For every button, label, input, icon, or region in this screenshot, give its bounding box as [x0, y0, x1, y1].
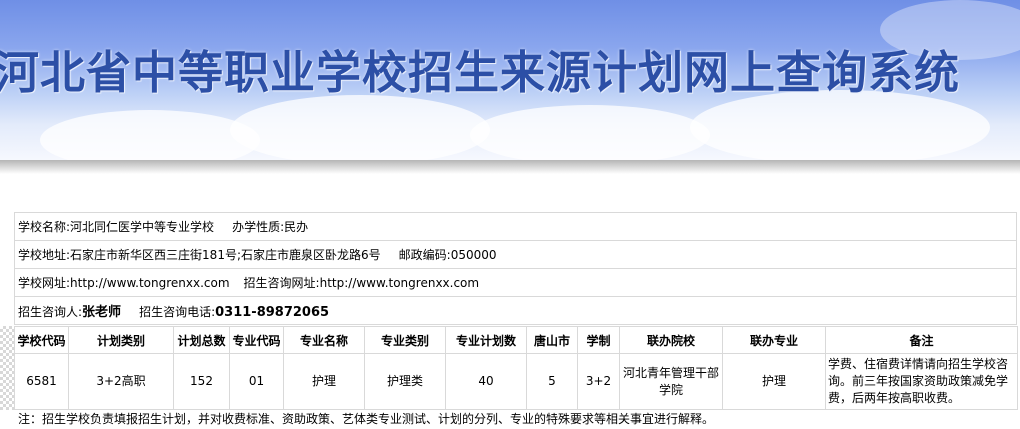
contact-row: 招生咨询人:张老师 招生咨询电话:0311-89872065: [14, 296, 1017, 325]
side-pattern: [0, 326, 14, 410]
phone-label: 招生咨询电话:: [139, 305, 216, 319]
header-major-plan-count: 专业计划数: [445, 326, 527, 354]
school-address: 石家庄市新华区西三庄街181号;石家庄市鹿泉区卧龙路6号: [70, 248, 381, 262]
header-major-name: 专业名称: [283, 326, 365, 354]
header-remarks: 备注: [825, 326, 1018, 354]
header-major-category: 专业类别: [364, 326, 446, 354]
banner-shadow: [0, 160, 1020, 174]
cloud-decoration: [230, 95, 490, 160]
enroll-site-label: 招生咨询网址:: [243, 276, 320, 290]
table-row: 6581 3+2高职 152 01 护理 护理类 40 5 3+2 河北青年管理…: [14, 353, 1018, 410]
cell-remarks: 学费、住宿费详情请向招生学校咨询。前三年按国家资助政策减免学费，后两年按高职收费…: [825, 353, 1018, 410]
postcode-label: 邮政编码:: [398, 248, 451, 262]
cell-plan-category: 3+2高职: [68, 353, 174, 410]
school-nature: 民办: [284, 220, 309, 234]
header-city: 唐山市: [526, 326, 578, 354]
header-plan-category: 计划类别: [68, 326, 174, 354]
cell-duration: 3+2: [577, 353, 620, 410]
header-school-code: 学校代码: [14, 326, 69, 354]
header-banner: 河北省中等职业学校招生来源计划网上查询系统: [0, 0, 1020, 160]
cloud-decoration: [470, 105, 710, 160]
footnote: 注：招生学校负责填报招生计划，并对收费标准、资助政策、艺体类专业测试、计划的分列…: [18, 412, 715, 426]
cell-major-code: 01: [229, 353, 284, 410]
cell-partner-major: 护理: [722, 353, 826, 410]
school-website-label: 学校网址:: [18, 276, 71, 290]
school-info-table: 学校名称:河北同仁医学中等专业学校 办学性质:民办 学校地址:石家庄市新华区西三庄…: [14, 212, 1017, 325]
postcode: 050000: [450, 248, 497, 262]
cell-partner-school: 河北青年管理干部学院: [619, 353, 723, 410]
school-nature-label: 办学性质:: [232, 220, 285, 234]
contact-name: 张老师: [82, 305, 122, 320]
plan-table-header: 学校代码 计划类别 计划总数 专业代码 专业名称 专业类别 专业计划数 唐山市 …: [14, 326, 1018, 354]
cell-major-name: 护理: [283, 353, 365, 410]
header-partner-school: 联办院校: [619, 326, 723, 354]
cell-city: 5: [526, 353, 578, 410]
school-address-row: 学校地址:石家庄市新华区西三庄街181号;石家庄市鹿泉区卧龙路6号 邮政编码:05…: [14, 240, 1017, 269]
site-title: 河北省中等职业学校招生来源计划网上查询系统: [0, 46, 961, 99]
school-website-row: 学校网址:http://www.tongrenxx.com 招生咨询网址:http…: [14, 268, 1017, 297]
school-website-link[interactable]: http://www.tongrenxx.com: [70, 276, 230, 290]
school-address-label: 学校地址:: [18, 248, 71, 262]
header-partner-major: 联办专业: [722, 326, 826, 354]
school-name-label: 学校名称:: [18, 220, 71, 234]
header-plan-total: 计划总数: [173, 326, 230, 354]
contact-label: 招生咨询人:: [18, 305, 83, 319]
phone-prefix: 0311-: [215, 305, 257, 320]
cell-school-code: 6581: [14, 353, 69, 410]
school-name-row: 学校名称:河北同仁医学中等专业学校 办学性质:民办: [14, 212, 1017, 241]
cell-plan-total: 152: [173, 353, 230, 410]
phone-number: 89872065: [256, 305, 330, 320]
header-duration: 学制: [577, 326, 620, 354]
cloud-decoration: [40, 110, 260, 160]
school-name: 河北同仁医学中等专业学校: [70, 220, 215, 234]
header-major-code: 专业代码: [229, 326, 284, 354]
cell-major-plan-count: 40: [445, 353, 527, 410]
enrollment-plan-table: 学校代码 计划类别 计划总数 专业代码 专业名称 专业类别 专业计划数 唐山市 …: [14, 326, 1018, 410]
cell-major-category: 护理类: [364, 353, 446, 410]
enroll-site-link[interactable]: http://www.tongrenxx.com: [320, 276, 480, 290]
